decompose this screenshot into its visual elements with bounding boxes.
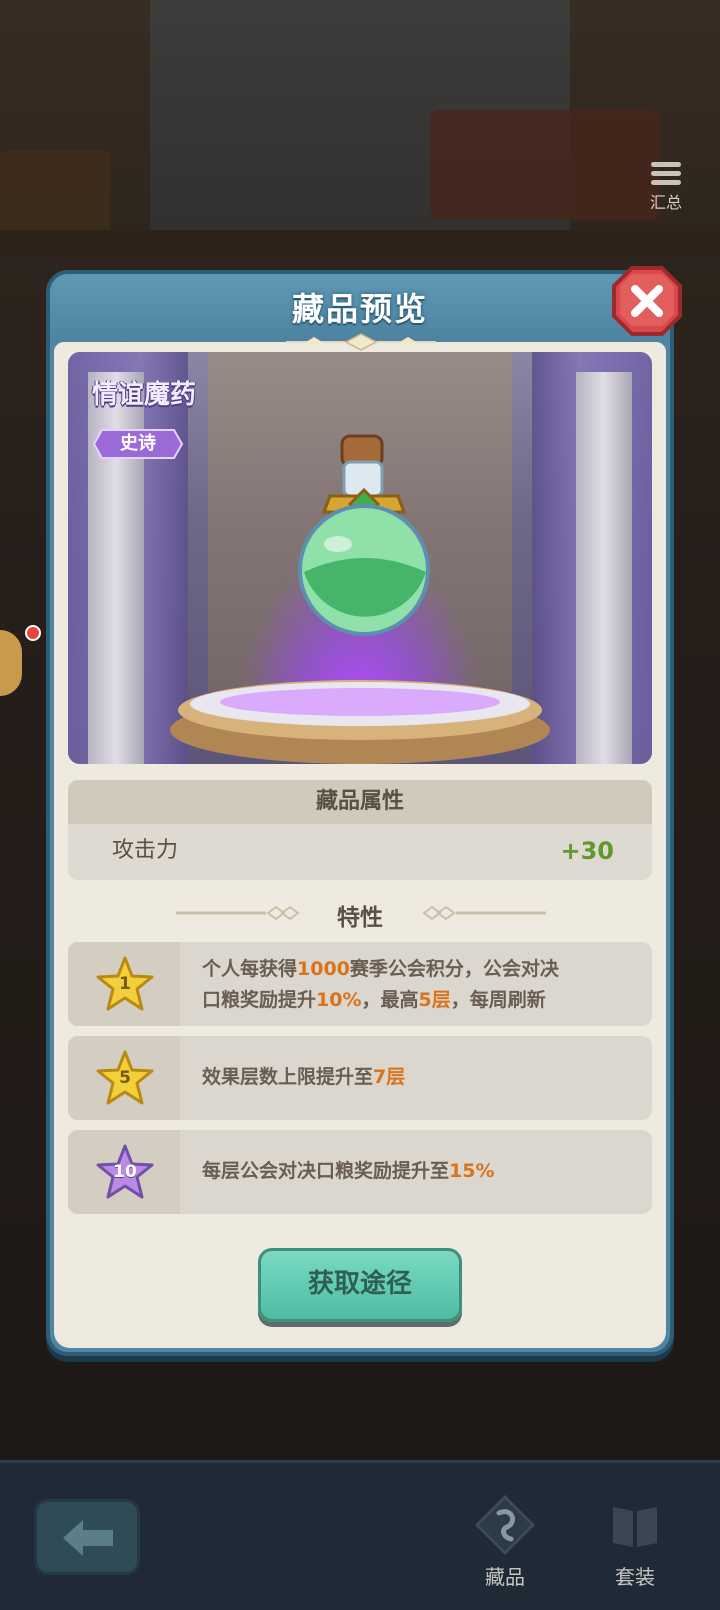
item-name: 情谊魔药: [92, 380, 197, 410]
rarity-badge: 史诗: [92, 428, 184, 460]
back-button[interactable]: [34, 1499, 140, 1575]
obtain-method-button[interactable]: 获取途径: [258, 1248, 462, 1322]
star-icon: 10: [96, 1144, 154, 1200]
trait-level: 1: [119, 974, 131, 994]
attributes-panel: 藏品属性 攻击力 +30: [68, 780, 652, 880]
attribute-name: 攻击力: [112, 838, 179, 863]
potion-bottle-icon[interactable]: [290, 432, 440, 642]
trait-row: 10 每层公会对决口粮奖励提升至15%: [68, 1130, 652, 1214]
pedestal: [170, 680, 550, 764]
traits-header: 特性: [337, 905, 383, 931]
item-preview-stage: [68, 352, 652, 764]
attribute-row: 攻击力 +30: [68, 824, 652, 880]
attributes-header: 藏品属性: [68, 780, 652, 824]
collection-icon: [474, 1494, 536, 1556]
close-button[interactable]: [610, 264, 684, 338]
rarity-label: 史诗: [120, 433, 156, 454]
trait-level: 5: [119, 1068, 131, 1088]
trait-row: 1 个人每获得1000赛季公会积分，公会对决 口粮奖励提升10%，最高5层，每周刷…: [68, 942, 652, 1026]
tab-collection[interactable]: 藏品: [450, 1493, 560, 1603]
trait-description: 效果层数上限提升至7层: [202, 1066, 406, 1088]
trait-level: 10: [113, 1162, 137, 1182]
trait-description: 个人每获得1000赛季公会积分，公会对决 口粮奖励提升10%，最高5层，每周刷新: [202, 958, 559, 1011]
traits-divider-right: [422, 906, 546, 920]
trait-description: 每层公会对决口粮奖励提升至15%: [202, 1160, 495, 1182]
arrow-left-icon: [63, 1520, 113, 1556]
summary-label: 汇总: [649, 193, 682, 212]
modal-title: 藏品预览: [291, 290, 428, 328]
summary-button[interactable]: 汇总: [636, 162, 696, 228]
trait-row: 5 效果层数上限提升至7层: [68, 1036, 652, 1120]
header-ornament-icon: [286, 333, 436, 351]
tab-set-label: 套装: [615, 1565, 655, 1589]
star-icon: 1: [96, 956, 154, 1012]
notification-dot: [25, 625, 41, 641]
bottom-nav-bar: 藏品 套装: [0, 1460, 720, 1610]
list-icon: [651, 162, 681, 185]
star-icon: 5: [96, 1050, 154, 1106]
set-book-icon: [613, 1507, 657, 1547]
tab-collection-label: 藏品: [485, 1565, 525, 1589]
tab-set[interactable]: 套装: [580, 1493, 690, 1603]
attribute-value: +30: [560, 837, 614, 865]
pillar-right: [576, 372, 632, 764]
